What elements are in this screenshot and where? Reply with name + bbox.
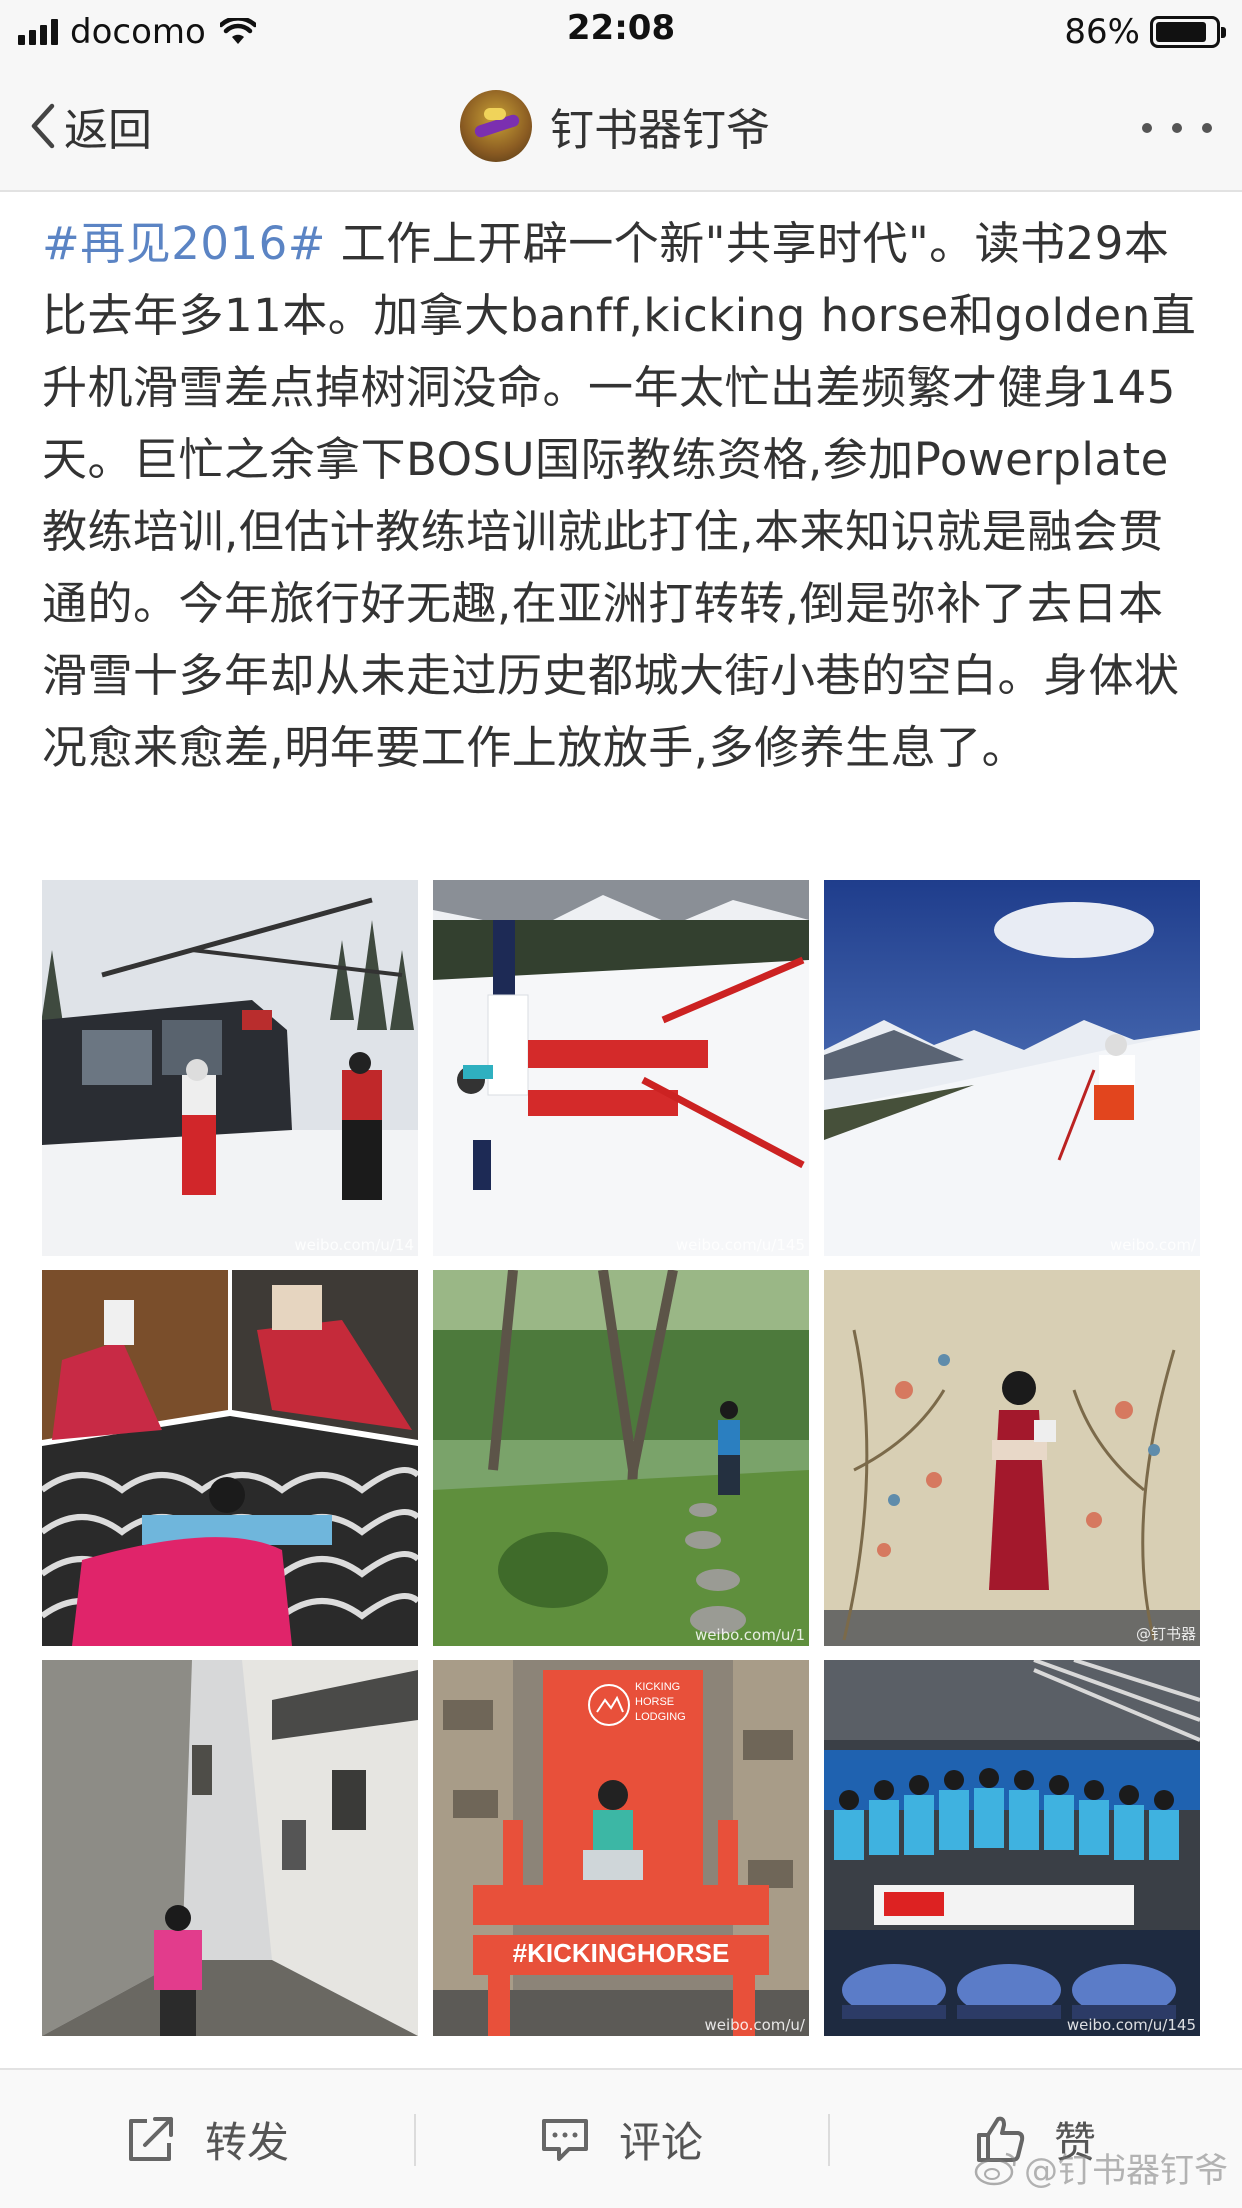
photo-garden-path[interactable]: weibo.com/u/1 <box>433 1270 809 1646</box>
photo-grid: weibo.com/u/14 weibo.com/u/145 weibo.com… <box>42 880 1200 2036</box>
photo-bosu-training[interactable]: weibo.com/u/145 <box>824 1660 1200 2036</box>
comment-label: 评论 <box>618 2117 703 2167</box>
repost-label: 转发 <box>204 2117 289 2167</box>
photo-watermark: weibo.com/u/1 <box>694 1626 805 1644</box>
photo-watermark: weibo.com/ <box>1110 1236 1196 1254</box>
more-button[interactable] <box>1142 104 1212 152</box>
share-icon <box>128 2117 173 2161</box>
hashtag-link[interactable]: #再见2016# <box>42 217 326 270</box>
photo-watermark: weibo.com/u/145 <box>1066 2016 1196 2034</box>
ellipsis-icon <box>1142 123 1152 133</box>
avatar[interactable] <box>460 90 532 162</box>
weibo-watermark: @钉书器钉爷 <box>974 2143 1228 2192</box>
chair-logo-line3: LODGING <box>635 1711 686 1723</box>
clock: 22:08 <box>566 8 676 48</box>
photo-watermark: @钉书器 <box>1135 1625 1196 1643</box>
battery-fill <box>1156 22 1206 42</box>
battery-icon <box>1150 16 1226 48</box>
repost-button[interactable]: 转发 <box>0 2070 414 2208</box>
photo-kimono-mural[interactable]: @钉书器 <box>824 1270 1200 1646</box>
battery-percent: 86% <box>1064 12 1140 52</box>
back-label: 返回 <box>64 105 152 156</box>
post-body: 工作上开辟一个新"共享时代"。读书29本比去年多11本。加拿大banff,kic… <box>42 217 1197 774</box>
photo-old-alley[interactable] <box>42 1660 418 2036</box>
photo-helicopter[interactable]: weibo.com/u/14 <box>42 880 418 1256</box>
photo-watermark: weibo.com/u/ <box>704 2016 805 2034</box>
comment-button[interactable]: 评论 <box>414 2070 828 2208</box>
photo-watermark: weibo.com/u/145 <box>675 1236 805 1254</box>
back-button[interactable]: 返回 <box>30 94 152 158</box>
photo-skier-handstand[interactable]: weibo.com/u/145 <box>433 880 809 1256</box>
comment-icon <box>541 2119 588 2161</box>
post-text: #再见2016# 工作上开辟一个新"共享时代"。读书29本比去年多11本。加拿大… <box>42 208 1200 784</box>
photo-skier-slope[interactable]: weibo.com/ <box>824 880 1200 1256</box>
photo-kicking-horse-chair[interactable]: KICKING HORSE LODGING #KICKINGHORSE weib… <box>433 1660 809 2036</box>
photo-hanbok-collage[interactable] <box>42 1270 418 1646</box>
action-toolbar: 转发 评论 赞 @钉书器钉爷 <box>0 2068 1242 2208</box>
status-bar: docomo 22:08 86% <box>0 0 1242 64</box>
chair-sign: #KICKINGHORSE <box>513 1938 730 1968</box>
weibo-logo-icon <box>974 2152 1016 2185</box>
chevron-left-icon <box>31 103 55 149</box>
chair-logo-line2: HORSE <box>635 1696 674 1708</box>
chair-logo-line1: KICKING <box>635 1681 680 1693</box>
profile-header[interactable]: 钉书器钉爷 <box>460 90 770 162</box>
status-right: 86% <box>1064 10 1226 54</box>
footer-watermark-text: @钉书器钉爷 <box>1024 2151 1228 2191</box>
photo-watermark: weibo.com/u/14 <box>294 1236 414 1254</box>
page-title: 钉书器钉爷 <box>550 105 770 156</box>
nav-bar: 返回 钉书器钉爷 <box>0 64 1242 192</box>
